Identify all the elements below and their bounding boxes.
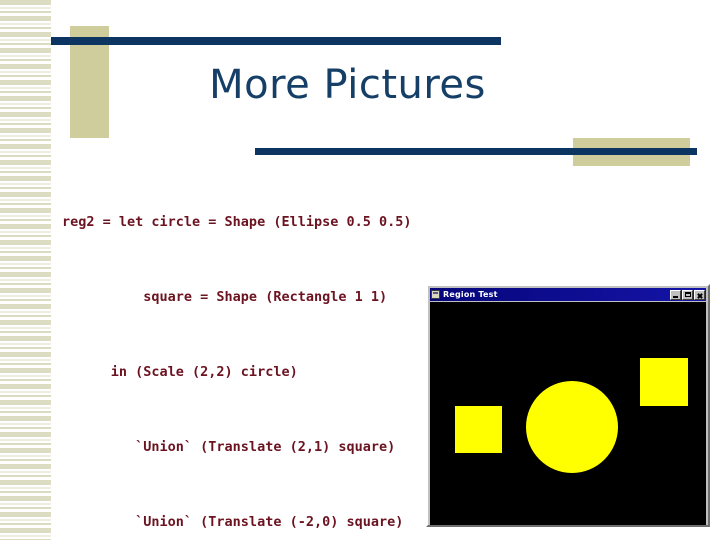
code-line: reg2 = let circle = Shape (Ellipse 0.5 0… xyxy=(62,214,412,230)
striped-sidebar-decoration xyxy=(0,0,51,540)
minimize-icon xyxy=(673,295,678,298)
maximize-button-icon[interactable] xyxy=(682,289,693,300)
minimize-button-icon[interactable] xyxy=(670,289,681,300)
region-render-canvas xyxy=(430,302,706,525)
region-test-window: Region Test xyxy=(426,284,710,527)
page-title: More Pictures xyxy=(209,62,486,108)
shape-square-left xyxy=(455,406,502,453)
title-rule-middle xyxy=(255,148,697,155)
window-titlebar[interactable]: Region Test xyxy=(430,288,706,301)
slide-canvas: More Pictures reg2 = let circle = Shape … xyxy=(0,0,720,540)
window-button-group xyxy=(670,289,705,300)
window-title-text: Region Test xyxy=(443,290,498,299)
maximize-icon xyxy=(685,291,691,297)
close-button-icon[interactable] xyxy=(694,289,705,300)
title-rule-top xyxy=(51,37,501,45)
shape-square-right xyxy=(640,358,688,406)
window-system-icon[interactable] xyxy=(431,290,440,299)
shape-circle-center xyxy=(526,381,618,473)
